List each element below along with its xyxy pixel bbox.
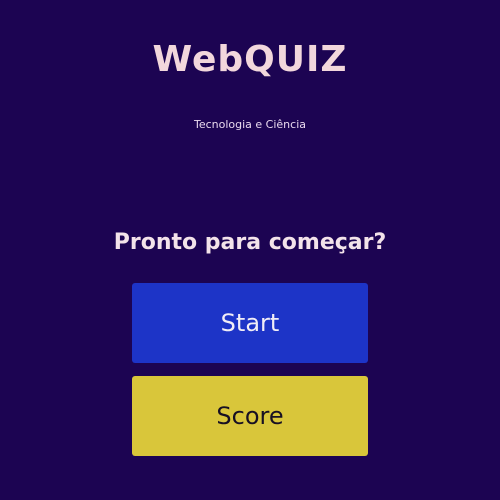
start-button[interactable]: Start bbox=[132, 283, 368, 363]
app-subtitle: Tecnologia e Ciência bbox=[193, 118, 306, 131]
start-prompt: Pronto para começar? bbox=[113, 230, 387, 255]
score-button-label: Score bbox=[216, 402, 284, 430]
start-button-label: Start bbox=[220, 309, 280, 337]
app-title: WebQUIZ bbox=[152, 39, 348, 80]
score-button[interactable]: Score bbox=[132, 376, 368, 456]
